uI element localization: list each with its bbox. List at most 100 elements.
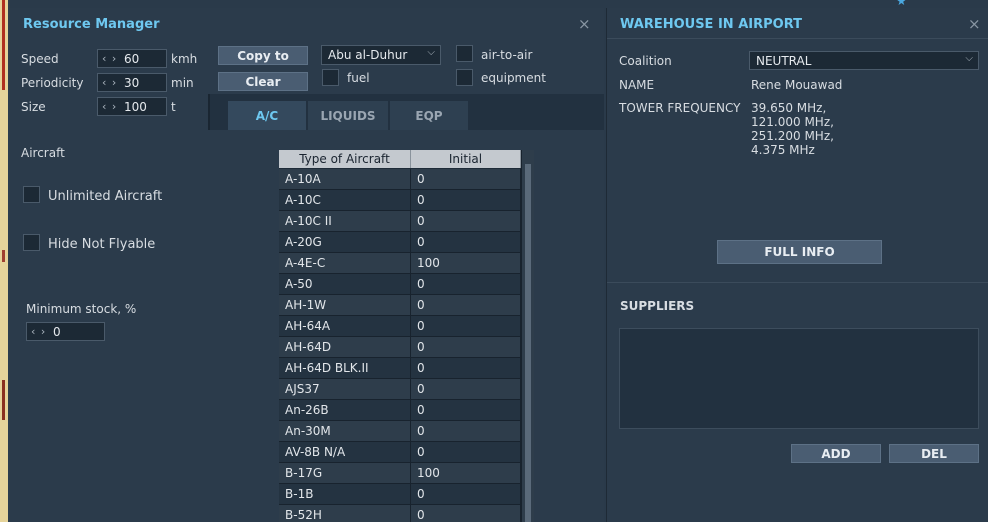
- initial-count-cell[interactable]: 0: [411, 358, 521, 378]
- table-row[interactable]: A-20G 0: [279, 232, 521, 253]
- scrollbar-thumb[interactable]: [525, 164, 531, 522]
- airfield-select[interactable]: Abu al-Duhur ⌵: [321, 45, 441, 65]
- unlimited-aircraft-checkbox[interactable]: [23, 186, 40, 203]
- table-row[interactable]: A-50 0: [279, 274, 521, 295]
- initial-count-cell[interactable]: 0: [411, 484, 521, 504]
- periodicity-stepper[interactable]: ‹ › 30: [97, 73, 167, 92]
- column-header-type[interactable]: Type of Aircraft: [279, 150, 411, 168]
- aircraft-type-cell: An-26B: [279, 400, 411, 420]
- minimum-stock-label: Minimum stock, %: [26, 302, 137, 316]
- table-row[interactable]: AJS37 0: [279, 379, 521, 400]
- initial-count-cell[interactable]: 0: [411, 505, 521, 522]
- coalition-select[interactable]: NEUTRAL ⌵: [749, 51, 979, 70]
- table-row[interactable]: AV-8B N/A 0: [279, 442, 521, 463]
- map-background-strip: [0, 0, 10, 522]
- table-row[interactable]: AH-64D 0: [279, 337, 521, 358]
- hide-not-flyable-label: Hide Not Flyable: [48, 237, 156, 252]
- equipment-checkbox[interactable]: [456, 69, 473, 86]
- initial-count-cell[interactable]: 0: [411, 316, 521, 336]
- initial-count-cell[interactable]: 100: [411, 463, 521, 483]
- initial-count-cell[interactable]: 0: [411, 274, 521, 294]
- table-header: Type of Aircraft Initial: [279, 150, 521, 168]
- initial-count-cell[interactable]: 100: [411, 253, 521, 273]
- initial-count-cell[interactable]: 0: [411, 421, 521, 441]
- table-row[interactable]: AH-64D BLK.II 0: [279, 358, 521, 379]
- speed-unit: kmh: [171, 52, 198, 66]
- aircraft-type-cell: AV-8B N/A: [279, 442, 411, 462]
- aircraft-type-cell: A-50: [279, 274, 411, 294]
- warehouse-title: WAREHOUSE IN AIRPORT: [620, 17, 802, 32]
- close-icon[interactable]: ×: [968, 15, 981, 33]
- aircraft-type-cell: AJS37: [279, 379, 411, 399]
- table-row[interactable]: An-30M 0: [279, 421, 521, 442]
- map-route-line: [2, 0, 5, 522]
- aircraft-type-cell: A-10C II: [279, 211, 411, 231]
- periodicity-value[interactable]: 30: [124, 76, 139, 90]
- aircraft-heading: Aircraft: [21, 146, 65, 160]
- chevron-down-icon: ⌵: [965, 53, 973, 64]
- equipment-label: equipment: [481, 71, 546, 85]
- aircraft-type-cell: A-10C: [279, 190, 411, 210]
- fuel-checkbox[interactable]: [322, 69, 339, 86]
- coalition-label: Coalition: [619, 54, 672, 68]
- minimum-stock-stepper[interactable]: ‹ › 0: [26, 322, 105, 341]
- table-row[interactable]: B-52H 0: [279, 505, 521, 522]
- initial-count-cell[interactable]: 0: [411, 211, 521, 231]
- initial-count-cell[interactable]: 0: [411, 169, 521, 189]
- initial-count-cell[interactable]: 0: [411, 337, 521, 357]
- initial-count-cell[interactable]: 0: [411, 400, 521, 420]
- aircraft-table: Type of Aircraft Initial A-10A 0 A-10C 0 A-1…: [279, 150, 534, 522]
- air-to-air-checkbox[interactable]: [456, 45, 473, 62]
- table-row[interactable]: B-1B 0: [279, 484, 521, 505]
- unlimited-aircraft-label: Unlimited Aircraft: [48, 189, 163, 204]
- table-row[interactable]: A-10A 0: [279, 169, 521, 190]
- speed-label: Speed: [21, 52, 59, 66]
- table-row[interactable]: A-10C II 0: [279, 211, 521, 232]
- table-row[interactable]: AH-1W 0: [279, 295, 521, 316]
- full-info-button[interactable]: FULL INFO: [717, 240, 882, 264]
- coalition-select-value: NEUTRAL: [756, 53, 812, 68]
- initial-count-cell[interactable]: 0: [411, 295, 521, 315]
- aircraft-type-cell: An-30M: [279, 421, 411, 441]
- name-label: NAME: [619, 78, 655, 92]
- initial-count-cell[interactable]: 0: [411, 232, 521, 252]
- fuel-label: fuel: [347, 71, 370, 85]
- clear-button[interactable]: Clear: [218, 72, 308, 91]
- minimum-stock-value[interactable]: 0: [53, 325, 61, 339]
- copy-to-button[interactable]: Copy to: [218, 46, 308, 65]
- aircraft-type-cell: A-10A: [279, 169, 411, 189]
- speed-value[interactable]: 60: [124, 52, 139, 66]
- stepper-arrows-icon[interactable]: ‹ ›: [98, 76, 124, 89]
- stepper-arrows-icon[interactable]: ‹ ›: [98, 100, 124, 113]
- tower-frequency-values: 39.650 MHz, 121.000 MHz, 251.200 MHz, 4.…: [751, 101, 834, 157]
- tab-eqp[interactable]: EQP: [390, 101, 468, 130]
- add-supplier-button[interactable]: ADD: [791, 444, 881, 463]
- aircraft-type-cell: B-17G: [279, 463, 411, 483]
- delete-supplier-button[interactable]: DEL: [889, 444, 979, 463]
- hide-not-flyable-checkbox[interactable]: [23, 234, 40, 251]
- size-label: Size: [21, 100, 46, 114]
- tab-liquids[interactable]: LIQUIDS: [308, 101, 388, 130]
- size-stepper[interactable]: ‹ › 100: [97, 97, 167, 116]
- table-row[interactable]: A-10C 0: [279, 190, 521, 211]
- table-scrollbar[interactable]: [521, 150, 534, 522]
- speed-stepper[interactable]: ‹ › 60: [97, 49, 167, 68]
- close-icon[interactable]: ×: [578, 15, 591, 33]
- initial-count-cell[interactable]: 0: [411, 190, 521, 210]
- table-row[interactable]: A-4E-C 100: [279, 253, 521, 274]
- airfield-select-value: Abu al-Duhur: [328, 48, 408, 62]
- table-row[interactable]: AH-64A 0: [279, 316, 521, 337]
- tab-ac[interactable]: A/C: [228, 101, 306, 130]
- stepper-arrows-icon[interactable]: ‹ ›: [98, 52, 124, 65]
- suppliers-list[interactable]: [619, 328, 979, 429]
- aircraft-type-cell: AH-1W: [279, 295, 411, 315]
- size-value[interactable]: 100: [124, 100, 147, 114]
- aircraft-type-cell: AH-64A: [279, 316, 411, 336]
- table-row[interactable]: An-26B 0: [279, 400, 521, 421]
- initial-count-cell[interactable]: 0: [411, 379, 521, 399]
- column-header-initial[interactable]: Initial: [411, 150, 521, 168]
- stepper-arrows-icon[interactable]: ‹ ›: [27, 325, 53, 338]
- table-row[interactable]: B-17G 100: [279, 463, 521, 484]
- periodicity-label: Periodicity: [21, 76, 84, 90]
- initial-count-cell[interactable]: 0: [411, 442, 521, 462]
